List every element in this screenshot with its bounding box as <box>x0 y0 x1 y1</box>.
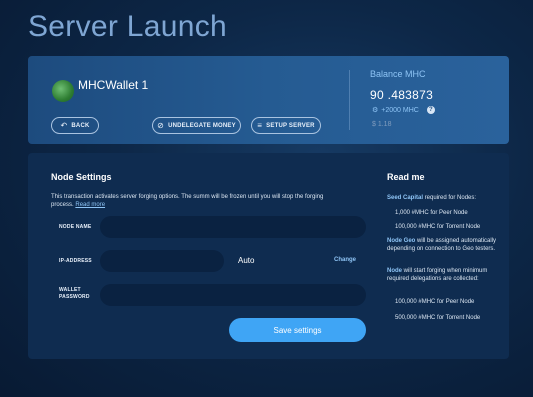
node-settings-title: Node Settings <box>51 172 112 182</box>
readme-seed-capital: Seed Capital <box>387 195 424 201</box>
change-link[interactable]: Change <box>334 257 356 263</box>
divider <box>349 70 350 130</box>
bonus-value: +2000 MHC <box>381 106 419 114</box>
ip-address-label: IP-ADDRESS <box>59 258 92 264</box>
readme-node-geo-label: Node Geo <box>387 238 416 244</box>
wallet-password-label: WALLET PASSWORD <box>59 287 90 301</box>
setup-server-icon: ≡ <box>257 120 263 130</box>
node-settings-card: Node Settings This transaction activates… <box>28 153 509 359</box>
page-title: Server Launch <box>28 10 228 43</box>
readme-title: Read me <box>387 172 425 182</box>
read-more-link[interactable]: Read more <box>75 202 105 208</box>
readme-deleg-torrent: 500,000 #MHC for Torrent Node <box>395 315 481 321</box>
readme-node-suffix: will start forging when minimum required… <box>387 268 488 282</box>
readme-deleg-peer: 100,000 #MHC for Peer Node <box>395 299 475 305</box>
wallet-card: MHCWallet 1 ↶ BACK ⊘ UNDELEGATE MONEY ≡ … <box>28 56 509 144</box>
back-button[interactable]: ↶ BACK <box>51 117 99 134</box>
undelegate-button-label: UNDELEGATE MONEY <box>168 122 236 129</box>
wallet-password-input[interactable] <box>100 284 366 306</box>
ip-mode-value: Auto <box>238 256 255 265</box>
back-button-label: BACK <box>71 122 90 129</box>
balance-label: Balance MHC <box>370 69 426 79</box>
readme-seed-torrent: 100,000 #MHC for Torrent Node <box>395 224 481 230</box>
readme-node: Node will start forging when minimum req… <box>387 267 502 283</box>
usd-value: $ 1.18 <box>372 121 392 128</box>
readme-node-geo: Node Geo will be assigned automatically … <box>387 237 502 253</box>
bonus-gear-icon: ⚙ <box>372 107 379 114</box>
node-settings-description: This transaction activates server forgin… <box>51 193 341 209</box>
back-arrow-icon: ↶ <box>60 120 68 130</box>
readme-seed-peer: 1,000 #MHC for Peer Node <box>395 210 468 216</box>
node-name-label: NODE NAME <box>59 224 92 230</box>
password-label-line-2: PASSWORD <box>59 294 90 300</box>
readme-seed: Seed Capital required for Nodes: <box>387 194 502 202</box>
setup-button-label: SETUP SERVER <box>266 122 315 129</box>
undelegate-icon: ⊘ <box>157 120 165 130</box>
wallet-password-field[interactable] <box>100 284 366 306</box>
password-label-line-1: WALLET <box>59 287 81 293</box>
help-icon[interactable]: ? <box>426 106 435 114</box>
undelegate-money-button[interactable]: ⊘ UNDELEGATE MONEY <box>152 117 241 134</box>
wallet-name: MHCWallet 1 <box>78 78 149 92</box>
readme-seed-suffix: required for Nodes: <box>423 195 477 201</box>
setup-server-button[interactable]: ≡ SETUP SERVER <box>251 117 321 134</box>
ip-address-field[interactable] <box>100 250 224 272</box>
wallet-avatar <box>52 80 74 102</box>
bonus-row: ⚙ +2000 MHC ? <box>372 106 435 114</box>
ip-address-input[interactable] <box>100 250 224 272</box>
readme-node-label: Node <box>387 268 402 274</box>
node-name-field[interactable] <box>100 216 366 238</box>
save-settings-button[interactable]: Save settings <box>229 318 366 342</box>
node-name-input[interactable] <box>100 216 366 238</box>
balance-value: 90 .483873 <box>370 88 434 102</box>
